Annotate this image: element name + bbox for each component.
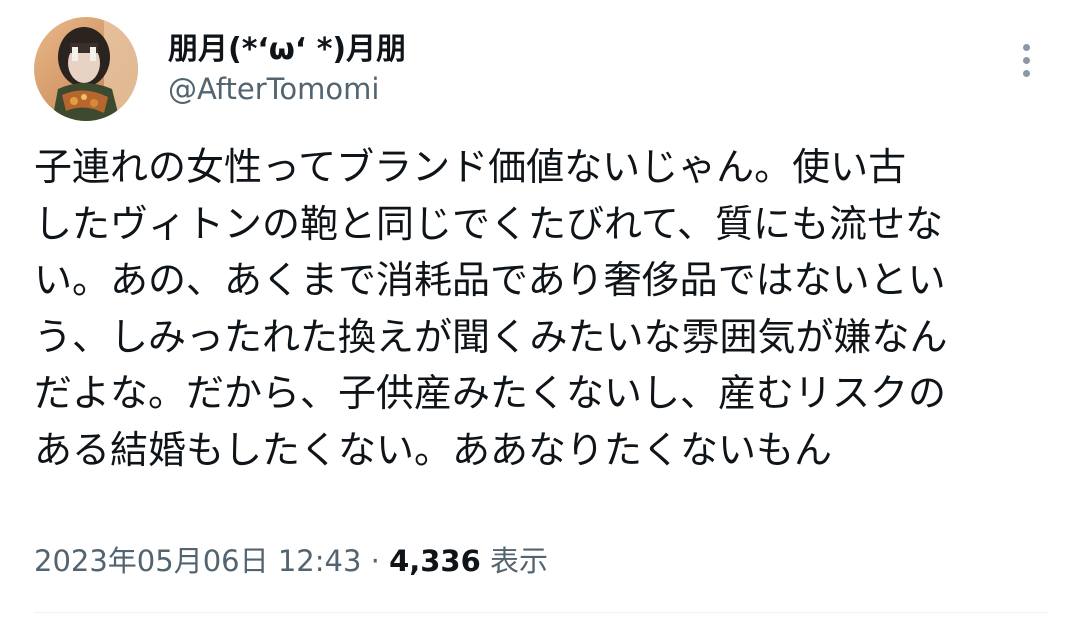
tweet-text-line: う、しみったれた換えが聞くみたいな雰囲気が嫌なん <box>34 314 948 359</box>
meta-separator: · <box>361 544 390 578</box>
views-label: 表示 <box>480 544 549 578</box>
tweet-text-line: ある結婚もしたくない。ああなりたくないもん <box>34 427 833 472</box>
more-vertical-icon[interactable] <box>1008 36 1044 84</box>
author-display-name[interactable]: 朋月(*‘ω‘ *)月朋 <box>168 24 406 68</box>
tweet-meta: 2023年05月06日 12:43 · 4,336 表示 <box>34 538 548 580</box>
tweet-text: 子連れの女性ってブランド価値ないじゃん。使い古 したヴィトンの鞄と同じでくたびれ… <box>34 139 1044 478</box>
divider <box>34 612 1048 613</box>
avatar-image <box>34 17 138 121</box>
tweet: 朋月(*‘ω‘ *)月朋 @AfterTomomi 子連れの女性ってブランド価値… <box>0 0 1080 618</box>
tweet-text-line: い。あの、あくまで消耗品であり奢侈品ではないとい <box>34 258 946 302</box>
timestamp-link[interactable]: 2023年05月06日 12:43 <box>34 544 361 578</box>
views-count: 4,336 <box>389 544 481 578</box>
avatar[interactable] <box>34 17 138 121</box>
author-handle[interactable]: @AfterTomomi <box>168 72 379 106</box>
tweet-text-line: 子連れの女性ってブランド価値ないじゃん。使い古 <box>34 145 907 189</box>
tweet-text-line: だよな。だから、子供産みたくないし、産むリスクの <box>34 371 947 415</box>
tweet-text-line: したヴィトンの鞄と同じでくたびれて、質にも流せな <box>34 201 943 246</box>
